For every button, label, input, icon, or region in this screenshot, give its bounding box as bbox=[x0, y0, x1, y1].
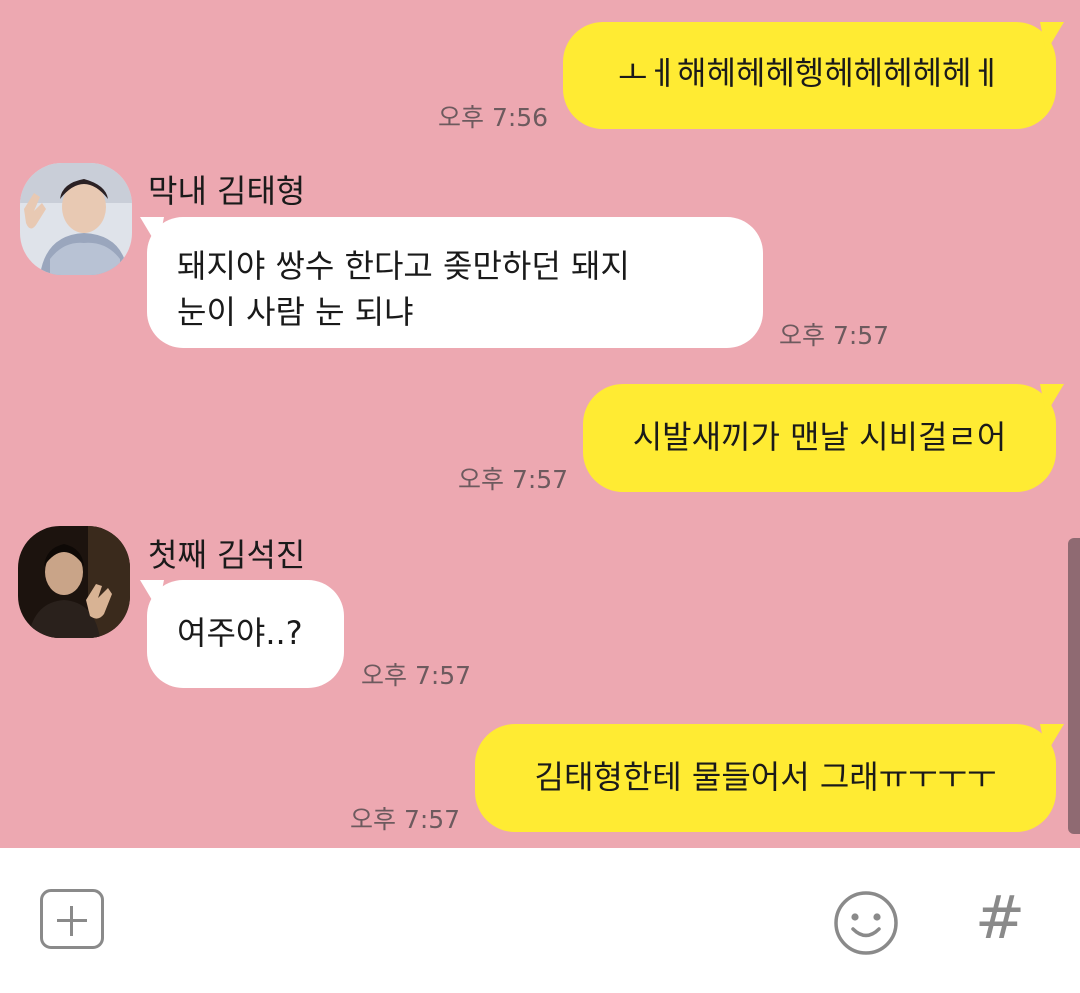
message-text: ㅗㅔ해헤헤헤헹헤헤헤헤헤ㅔ bbox=[618, 54, 1001, 92]
message-bubble[interactable]: 여주야..? bbox=[147, 580, 344, 688]
input-bar bbox=[0, 848, 1080, 993]
message-time: 오후 7:56 bbox=[438, 103, 549, 132]
message-time: 오후 7:57 bbox=[458, 465, 569, 494]
sender-name: 첫째 김석진 bbox=[148, 536, 306, 574]
message-text: 시발새끼가 맨날 시비걸ㄹ어 bbox=[632, 418, 1007, 456]
profile-photo bbox=[20, 163, 132, 275]
message-time: 오후 7:57 bbox=[350, 805, 461, 834]
message-text-line: 눈이 사람 눈 되냐 bbox=[177, 293, 414, 331]
message-bubble[interactable]: 시발새끼가 맨날 시비걸ㄹ어 bbox=[583, 384, 1056, 492]
profile-photo bbox=[18, 526, 130, 638]
message-text: 김태형한테 물들어서 그래ㅠㅜㅜㅜ bbox=[534, 758, 997, 796]
smiley-icon[interactable] bbox=[833, 890, 899, 956]
message-time: 오후 7:57 bbox=[779, 321, 890, 350]
bubble-tail bbox=[1040, 724, 1064, 754]
hash-icon[interactable]: # bbox=[972, 886, 1028, 950]
bubble-tail bbox=[140, 580, 164, 610]
message-bubble[interactable]: 돼지야 쌍수 한다고 좆만하던 돼지 눈이 사람 눈 되냐 bbox=[147, 217, 763, 348]
message-text-line: 여주야..? bbox=[177, 614, 303, 652]
scrollbar[interactable] bbox=[1068, 538, 1080, 834]
message-bubble[interactable]: 김태형한테 물들어서 그래ㅠㅜㅜㅜ bbox=[475, 724, 1056, 832]
bubble-tail bbox=[140, 217, 164, 247]
avatar[interactable] bbox=[20, 163, 132, 275]
message-text-line: 돼지야 쌍수 한다고 좆만하던 돼지 bbox=[177, 247, 630, 285]
bubble-tail bbox=[1040, 384, 1064, 414]
bubble-tail bbox=[1040, 22, 1064, 52]
sender-name: 막내 김태형 bbox=[148, 172, 306, 210]
chat-area[interactable]: ㅗㅔ해헤헤헤헹헤헤헤헤헤ㅔ 오후 7:56 막내 김태형 돼지야 쌍수 한다고 … bbox=[0, 0, 1080, 848]
avatar[interactable] bbox=[18, 526, 130, 638]
plus-icon[interactable] bbox=[40, 889, 104, 949]
message-bubble[interactable]: ㅗㅔ해헤헤헤헹헤헤헤헤헤ㅔ bbox=[563, 22, 1056, 129]
message-time: 오후 7:57 bbox=[361, 661, 472, 690]
